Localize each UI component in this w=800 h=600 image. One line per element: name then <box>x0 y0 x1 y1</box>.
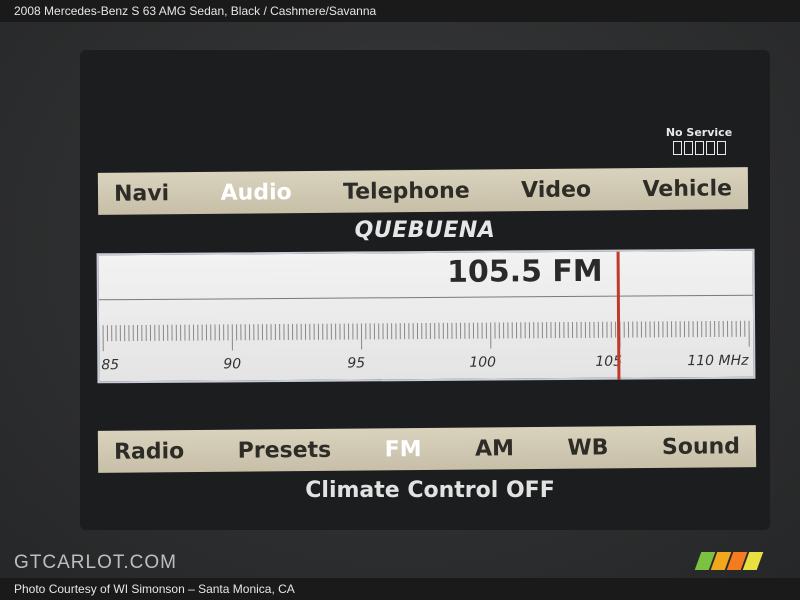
submenu-item-sound[interactable]: Sound <box>662 434 740 460</box>
photo-credit-bar: Photo Courtesy of WI Simonson – Santa Mo… <box>0 578 800 600</box>
menu-item-navi[interactable]: Navi <box>114 181 169 206</box>
menu-item-video[interactable]: Video <box>521 177 591 203</box>
caption-bar: 2008 Mercedes-Benz S 63 AMG Sedan, Black… <box>0 0 800 22</box>
signal-strength-icon <box>664 141 734 155</box>
frequency-readout: 105.5 FM <box>446 253 603 290</box>
climate-status: Climate Control OFF <box>305 478 555 503</box>
photo-credit-text: Photo Courtesy of WI Simonson – Santa Mo… <box>14 582 295 596</box>
watermark-logo: GTCARLOT.COM <box>14 552 177 573</box>
menu-item-audio[interactable]: Audio <box>220 180 291 206</box>
audio-submenu-bar: Radio Presets FM AM WB Sound <box>97 425 757 473</box>
station-name: QUEBUENA <box>354 218 496 243</box>
scale-label-85: 85 <box>101 357 119 373</box>
menu-item-telephone[interactable]: Telephone <box>343 178 470 204</box>
submenu-item-am[interactable]: AM <box>475 436 514 461</box>
main-menu-bar: Navi Audio Telephone Video Vehicle <box>97 167 749 215</box>
tuner-divider <box>98 294 753 301</box>
submenu-item-presets[interactable]: Presets <box>238 437 332 463</box>
tuner-display[interactable]: 105.5 FM 85 90 95 100 105 110 MHz <box>96 248 756 384</box>
submenu-item-fm[interactable]: FM <box>385 437 422 462</box>
submenu-item-wb[interactable]: WB <box>567 435 608 460</box>
frequency-scale: 85 90 95 100 105 110 MHz <box>101 320 750 373</box>
menu-item-vehicle[interactable]: Vehicle <box>642 176 732 202</box>
gtcarlot-stripes-icon <box>694 552 764 570</box>
scale-label-100: 100 <box>469 355 496 371</box>
submenu-item-radio[interactable]: Radio <box>114 439 184 465</box>
caption-text: 2008 Mercedes-Benz S 63 AMG Sedan, Black… <box>14 4 377 18</box>
scale-label-110: 110 MHz <box>687 353 749 369</box>
scale-label-95: 95 <box>347 355 365 371</box>
scale-label-90: 90 <box>223 356 241 372</box>
tuning-needle[interactable] <box>616 251 621 380</box>
no-service-label: No Service <box>665 126 733 139</box>
signal-status: No Service <box>664 126 734 155</box>
